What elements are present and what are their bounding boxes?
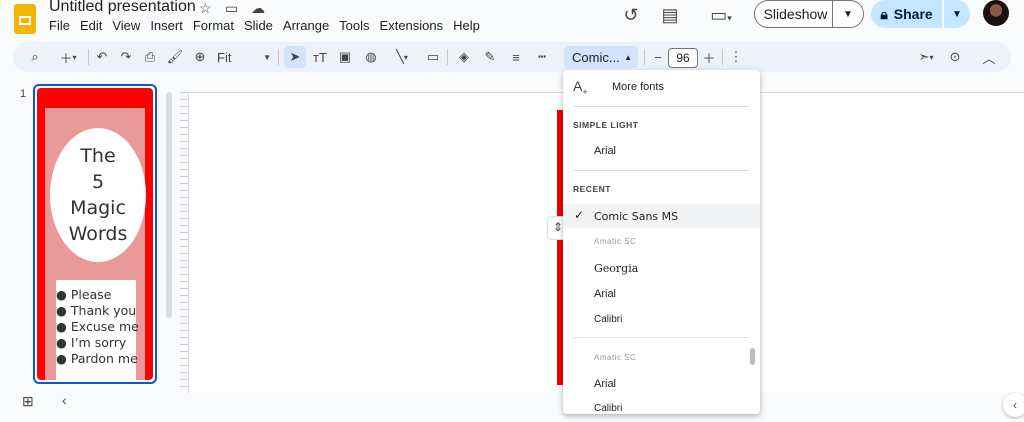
collapse-icon[interactable]: ︿ — [980, 47, 998, 67]
slide-title-line: Magic — [70, 197, 126, 219]
menu-slide[interactable]: Slide — [244, 18, 279, 33]
font-dropdown-menu: A+ More fonts SIMPLE LIGHT Arial RECENT … — [563, 70, 760, 414]
font-item-georgia[interactable]: Georgia — [594, 262, 638, 275]
menu-help[interactable]: Help — [453, 18, 486, 33]
redo-icon[interactable]: ↷ — [117, 47, 135, 67]
slide-title-line: Words — [68, 223, 128, 245]
paint-format-icon[interactable]: 🖌︎ — [166, 47, 184, 67]
slideshow-dropdown-icon[interactable]: ▼ — [832, 1, 863, 27]
border-dash-icon[interactable]: ┅ — [533, 47, 551, 67]
move-folder-icon[interactable]: ▭ — [225, 0, 238, 17]
toolbar-divider — [722, 49, 723, 65]
zoom-value: Fit — [217, 49, 232, 65]
toolbar-divider — [88, 49, 89, 65]
font-item-comic-sans[interactable]: Comic Sans MS — [594, 210, 678, 223]
slides-logo[interactable] — [14, 4, 36, 34]
border-weight-icon[interactable]: ≡ — [507, 47, 525, 67]
slideshow-label: Slideshow — [763, 6, 828, 22]
fill-icon[interactable]: ◈ — [455, 47, 473, 67]
cloud-icon[interactable]: ☁ — [251, 0, 265, 17]
bullet-item: Pardon me — [70, 351, 138, 366]
lock-icon: 🔒︎ — [880, 5, 888, 22]
font-item-arial[interactable]: Arial — [594, 378, 616, 390]
font-size-input[interactable]: 96 — [668, 48, 698, 68]
document-title[interactable]: Untitled presentation — [49, 0, 196, 16]
menu-tools[interactable]: Tools — [339, 18, 375, 33]
add-font-icon: A+ — [573, 78, 588, 97]
check-icon: ✓ — [574, 208, 585, 222]
comment-icon[interactable]: ▤ — [659, 4, 681, 26]
more-fonts-item[interactable]: More fonts — [612, 81, 664, 93]
avatar[interactable] — [983, 0, 1009, 26]
font-item-calibri[interactable]: Calibri — [594, 314, 622, 325]
font-item-amatic[interactable]: Amatic SC — [594, 237, 636, 246]
vertical-ruler — [180, 92, 188, 392]
slide-bullet-list: ● Please ● Thank you ● Excuse me ● I’m s… — [56, 280, 139, 380]
chevron-left-icon[interactable]: ‹ — [62, 392, 67, 408]
search-icon[interactable]: ⌕ — [26, 47, 44, 67]
share-button[interactable]: 🔒︎ Share ▼ — [871, 0, 970, 28]
font-item-arial[interactable]: Arial — [594, 145, 616, 157]
toolbar-divider — [278, 49, 279, 65]
font-item-amatic[interactable]: Amatic SC — [594, 353, 636, 362]
font-menu-scrollbar[interactable] — [750, 348, 755, 365]
chevron-up-icon: ▲ — [624, 52, 632, 62]
menu-extensions[interactable]: Extensions — [380, 18, 450, 33]
slide-thumbnail-background: The 5 Magic Words ● Please ● Thank you ●… — [37, 88, 153, 380]
star-icon[interactable]: ☆ — [199, 0, 212, 17]
border-color-icon[interactable]: ✎ — [481, 47, 499, 67]
bullet-item: Please — [70, 287, 112, 302]
slideshow-button[interactable]: Slideshow ▼ — [754, 0, 864, 28]
font-select-value: Comic... — [572, 49, 620, 65]
zoom-icon[interactable]: ⊕ — [191, 47, 209, 67]
font-select[interactable]: Comic... ▲ — [564, 46, 638, 68]
bullet-item: Thank you — [70, 303, 137, 318]
play-icon[interactable]: ⊙ — [946, 47, 964, 67]
shape-icon[interactable]: ◍ — [362, 47, 380, 67]
menu-arrange[interactable]: Arrange — [283, 18, 335, 33]
video-icon[interactable]: ▭ — [424, 47, 442, 67]
print-icon[interactable]: ⎙ — [141, 47, 159, 67]
plus-icon[interactable]: ＋ — [701, 47, 717, 67]
font-item-calibri[interactable]: Calibri — [594, 403, 622, 414]
video-call-icon[interactable]: ▭▾ — [704, 4, 738, 26]
menu-bar: File Edit View Insert Format Slide Arran… — [49, 18, 490, 33]
more-icon[interactable]: ⋮ — [728, 47, 744, 67]
chevron-left-icon[interactable]: ‹ — [1003, 393, 1024, 417]
image-icon[interactable]: ▣ — [336, 47, 354, 67]
section-header-recent: RECENT — [573, 184, 611, 194]
filmstrip-scrollbar[interactable] — [166, 92, 172, 318]
toolbar-divider — [447, 49, 448, 65]
pointer-icon[interactable]: ➣ ▾ — [911, 47, 941, 67]
line-icon[interactable]: ╲ ▾ — [388, 47, 416, 67]
toolbar-divider — [644, 49, 645, 65]
menu-file[interactable]: File — [49, 18, 76, 33]
menu-edit[interactable]: Edit — [80, 18, 108, 33]
history-icon[interactable]: ↺ — [620, 4, 642, 26]
add-icon[interactable]: ＋ ▾ — [52, 47, 84, 67]
section-header-theme: SIMPLE LIGHT — [573, 120, 639, 130]
slide-number: 1 — [20, 88, 27, 100]
undo-icon[interactable]: ↶ — [93, 47, 111, 67]
text-box-icon[interactable]: ᴛT — [311, 47, 329, 67]
share-dropdown-icon[interactable]: ▼ — [942, 0, 970, 28]
grid-icon[interactable]: ⊞ — [22, 393, 34, 410]
share-label: Share — [893, 6, 933, 22]
zoom-select[interactable]: Fit ▼ — [217, 47, 271, 67]
minus-icon[interactable]: − — [650, 47, 666, 67]
menu-view[interactable]: View — [112, 18, 146, 33]
slide-title-line: The — [80, 145, 116, 167]
chevron-down-icon: ▼ — [263, 52, 271, 62]
slide-title-line: 5 — [91, 171, 105, 193]
menu-insert[interactable]: Insert — [150, 18, 189, 33]
menu-format[interactable]: Format — [193, 18, 240, 33]
cursor-icon[interactable]: ➤ — [286, 47, 304, 67]
slide-title-oval: The 5 Magic Words — [50, 128, 146, 262]
bullet-item: Excuse me — [70, 319, 139, 334]
bullet-item: I’m sorry — [70, 335, 127, 350]
font-item-arial[interactable]: Arial — [594, 288, 616, 300]
slide-thumbnail[interactable]: The 5 Magic Words ● Please ● Thank you ●… — [33, 84, 157, 384]
